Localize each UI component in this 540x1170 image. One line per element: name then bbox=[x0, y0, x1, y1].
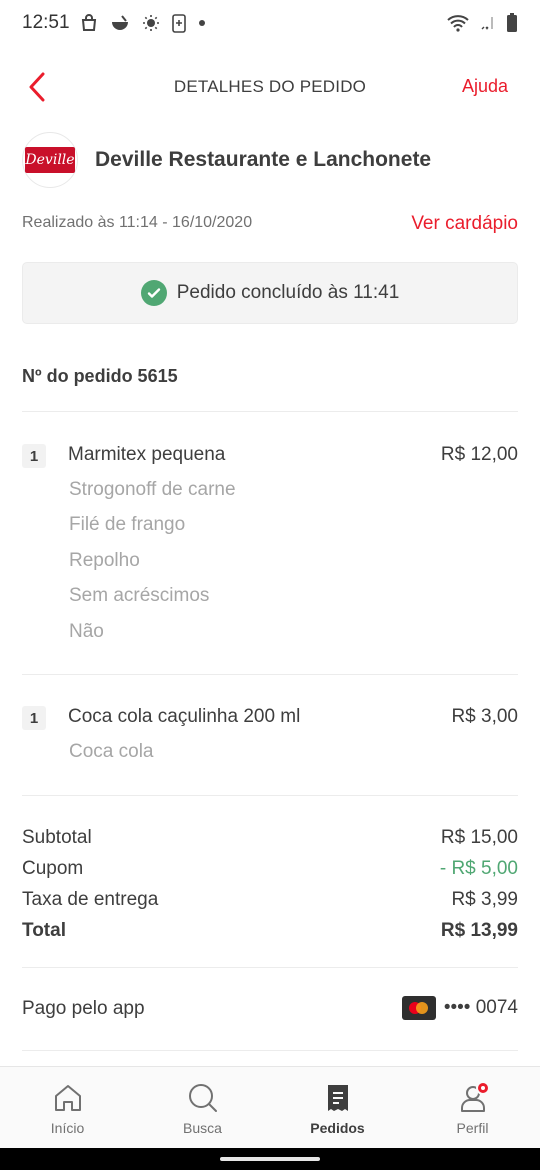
item-option: Não bbox=[69, 621, 104, 642]
delivery-fee-row: Taxa de entrega R$ 3,99 bbox=[22, 889, 518, 915]
brightness-icon bbox=[143, 15, 159, 31]
total-label: Total bbox=[22, 920, 66, 941]
item-option: Sem acréscimos bbox=[69, 585, 210, 606]
search-icon bbox=[186, 1081, 220, 1115]
divider bbox=[22, 674, 518, 675]
help-link[interactable]: Ajuda bbox=[462, 76, 508, 97]
status-bar: 12:51 bbox=[0, 0, 540, 48]
nav-item-perfil[interactable]: Perfil bbox=[405, 1067, 540, 1149]
mastercard-icon bbox=[401, 996, 436, 1020]
item-name: Coca cola caçulinha 200 ml bbox=[68, 706, 301, 727]
divider bbox=[22, 1050, 518, 1051]
card-last-digits: •••• 0074 bbox=[443, 997, 518, 1018]
subtotal-value: R$ 15,00 bbox=[440, 827, 518, 848]
item-price: R$ 12,00 bbox=[440, 444, 518, 465]
delivery-fee-label: Taxa de entrega bbox=[22, 889, 159, 910]
item-quantity: 1 bbox=[22, 706, 46, 730]
nav-label: Pedidos bbox=[310, 1120, 365, 1136]
divider bbox=[22, 795, 518, 796]
divider bbox=[22, 411, 518, 412]
profile-icon bbox=[456, 1081, 490, 1115]
system-navigation-bar bbox=[0, 1148, 540, 1170]
status-notification-icons bbox=[80, 13, 206, 33]
order-status-card: Pedido concluído às 11:41 bbox=[22, 262, 518, 324]
item-quantity: 1 bbox=[22, 444, 46, 468]
item-option: Coca cola bbox=[69, 741, 154, 762]
coupon-row: Cupom - R$ 5,00 bbox=[22, 858, 518, 884]
restaurant-name: Deville Restaurante e Lanchonete bbox=[95, 148, 432, 171]
payment-label: Pago pelo app bbox=[22, 998, 145, 1019]
battery-icon bbox=[507, 13, 517, 32]
total-value: R$ 13,99 bbox=[440, 920, 518, 941]
nav-item-pedidos[interactable]: Pedidos bbox=[270, 1067, 405, 1149]
notification-badge bbox=[475, 1081, 490, 1095]
order-placed-time: Realizado às 11:14 - 16/10/2020 bbox=[22, 214, 253, 231]
item-price: R$ 3,00 bbox=[451, 706, 518, 727]
delivery-fee-value: R$ 3,99 bbox=[451, 889, 518, 910]
item-name: Marmitex pequena bbox=[68, 444, 226, 465]
battery-saver-icon bbox=[172, 14, 186, 33]
nav-item-inicio[interactable]: Início bbox=[0, 1067, 135, 1149]
item-option: Repolho bbox=[69, 550, 140, 571]
nav-label: Início bbox=[50, 1120, 85, 1136]
home-icon bbox=[51, 1081, 85, 1115]
subtotal-label: Subtotal bbox=[22, 827, 92, 848]
wifi-icon bbox=[447, 15, 469, 32]
total-row: Total R$ 13,99 bbox=[22, 920, 518, 946]
item-option: Filé de frango bbox=[69, 514, 186, 535]
check-circle-icon bbox=[140, 280, 167, 306]
status-time: 12:51 bbox=[22, 12, 70, 33]
item-option: Strogonoff de carne bbox=[69, 479, 236, 500]
restaurant-logo-mark: Deville bbox=[25, 147, 75, 173]
page-title: DETALHES DO PEDIDO bbox=[173, 77, 367, 96]
payment-row: Pago pelo app •••• 0074 bbox=[22, 996, 518, 1024]
restaurant-logo: Deville bbox=[22, 132, 78, 188]
nav-label: Perfil bbox=[456, 1120, 489, 1136]
status-system-icons bbox=[446, 13, 518, 33]
divider bbox=[22, 967, 518, 968]
nav-label: Busca bbox=[183, 1120, 222, 1136]
nav-item-busca[interactable]: Busca bbox=[135, 1067, 270, 1149]
home-gesture-bar[interactable] bbox=[220, 1157, 320, 1161]
coupon-label: Cupom bbox=[22, 858, 84, 879]
payment-card: •••• 0074 bbox=[401, 996, 518, 1020]
order-number: Nº do pedido 5615 bbox=[22, 366, 178, 386]
restaurant-header[interactable]: Deville Deville Restaurante e Lanchonete bbox=[22, 132, 431, 188]
shopping-bag-icon bbox=[81, 14, 97, 31]
food-bowl-icon bbox=[112, 15, 128, 30]
signal-icon bbox=[481, 17, 493, 30]
subtotal-row: Subtotal R$ 15,00 bbox=[22, 827, 518, 853]
order-status-text: Pedido concluído às 11:41 bbox=[176, 282, 400, 303]
bottom-navigation: Início Busca Pedidos Perfil bbox=[0, 1066, 540, 1148]
view-menu-link[interactable]: Ver cardápio bbox=[411, 213, 518, 235]
orders-icon bbox=[321, 1081, 355, 1115]
app-header: DETALHES DO PEDIDO Ajuda bbox=[0, 60, 540, 114]
dot-icon bbox=[199, 20, 205, 26]
coupon-value: - R$ 5,00 bbox=[439, 858, 518, 879]
